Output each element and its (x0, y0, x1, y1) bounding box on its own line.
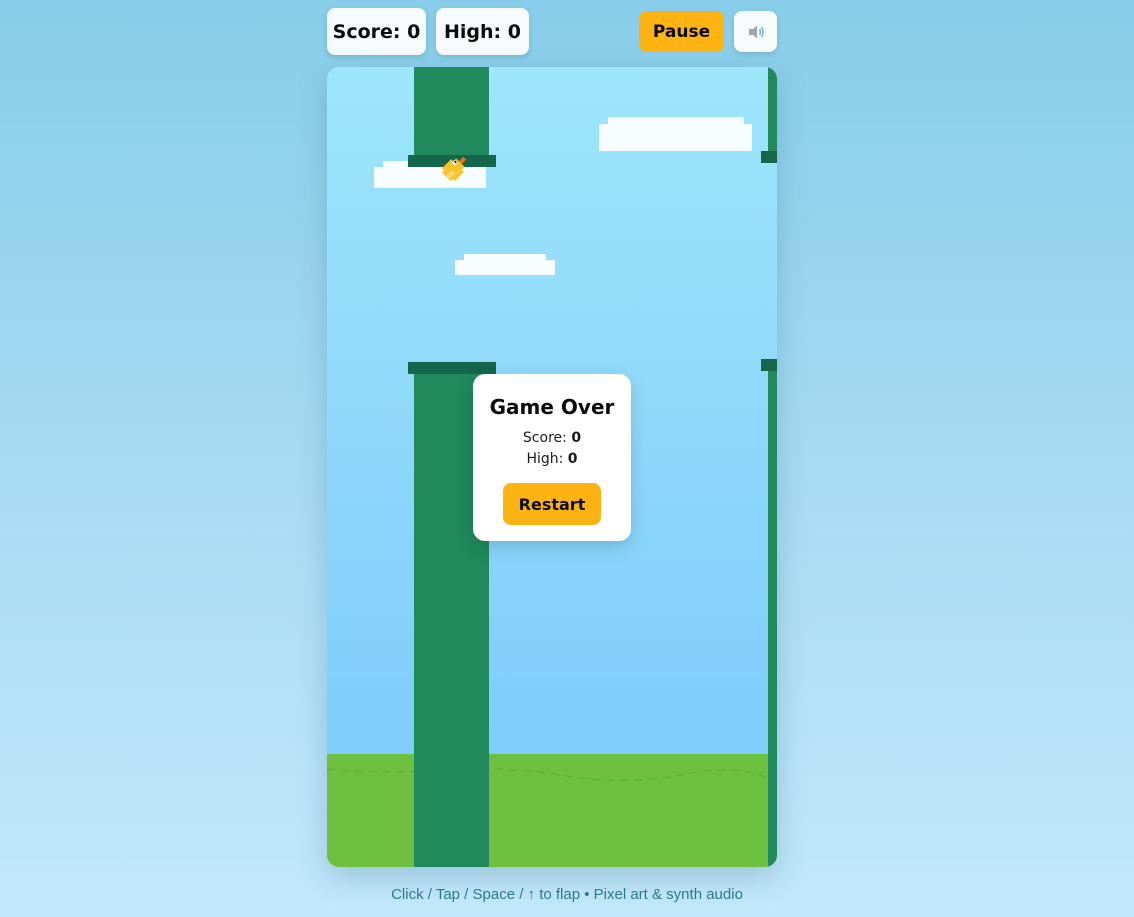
game-canvas[interactable]: Game Over Score: 0 High: 0 Restart (327, 67, 777, 867)
score-label: Score: (332, 20, 401, 43)
score-value: 0 (407, 20, 421, 43)
final-score-label: Score: (522, 430, 567, 446)
ground (327, 754, 777, 867)
pipe-bottom-cap (408, 362, 496, 374)
bird-sprite (441, 156, 467, 182)
high-score-value: 0 (507, 20, 521, 43)
pipe-bottom-cap (761, 359, 777, 371)
pipe-top (414, 67, 489, 155)
final-high-label: High: (526, 451, 564, 467)
final-score-value: 0 (571, 430, 582, 446)
game-over-title: Game Over (489, 395, 615, 419)
high-score-display: High: 0 (436, 8, 529, 55)
final-high-score: High: 0 (473, 449, 631, 470)
pause-button[interactable]: Pause (639, 11, 724, 52)
controls-hint: Click / Tap / Space / ↑ to flap • Pixel … (391, 886, 743, 903)
final-score: Score: 0 (473, 428, 631, 449)
score-display: Score: 0 (327, 8, 426, 55)
ground-texture (327, 768, 777, 785)
pipe-top (768, 67, 777, 151)
sound-toggle-button[interactable] (734, 11, 777, 52)
speaker-icon (748, 25, 764, 38)
final-high-value: 0 (567, 451, 578, 467)
high-score-label: High: (444, 20, 502, 43)
game-over-dialog: Game Over Score: 0 High: 0 Restart (473, 374, 631, 541)
restart-button[interactable]: Restart (503, 483, 601, 525)
pipe-top-cap (761, 151, 777, 163)
pipe-bottom (768, 371, 777, 867)
